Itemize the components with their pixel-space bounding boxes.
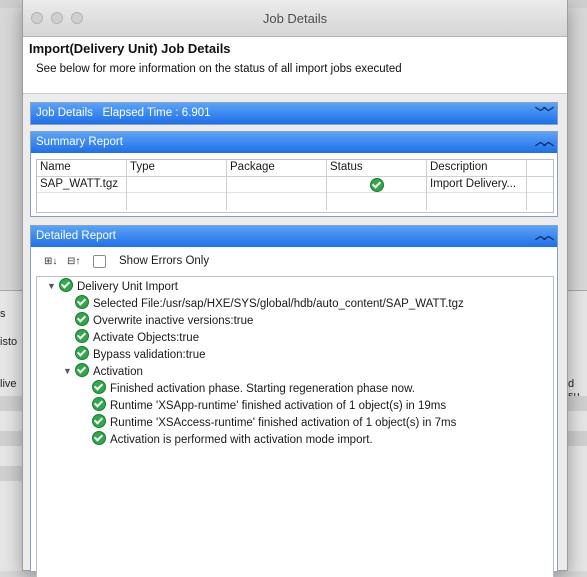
success-icon — [75, 312, 89, 326]
column-header-name[interactable]: Name — [40, 161, 71, 175]
success-icon — [92, 414, 106, 428]
status-success-icon — [370, 178, 384, 192]
tree-node-label: Selected File:/usr/sap/HXE/SYS/global/hd… — [93, 298, 464, 310]
tree-node-label: Delivery Unit Import — [77, 281, 178, 293]
tree-node[interactable]: Activation — [75, 363, 143, 379]
background-fragment: live — [0, 378, 17, 390]
tree-node-label: Bypass validation:true — [93, 349, 206, 361]
background-fragment: isto — [0, 336, 18, 348]
tree-expand-arrow-icon[interactable]: ▼ — [63, 366, 72, 376]
background-fragment: s — [0, 308, 6, 320]
tree-node[interactable]: Runtime 'XSApp-runtime' finished activat… — [92, 397, 446, 413]
tree-node[interactable]: Bypass validation:true — [75, 346, 206, 362]
tree-node[interactable]: Runtime 'XSAccess-runtime' finished acti… — [92, 414, 456, 430]
summary-report-bar[interactable]: Summary Report ︿︿ — [31, 132, 557, 153]
collapse-chevron-icon[interactable]: ︿︿ — [535, 226, 554, 247]
tree-node[interactable]: Overwrite inactive versions:true — [75, 312, 253, 328]
summary-table: Name Type Package Status Description SAP… — [36, 159, 554, 213]
title-bar[interactable]: Job Details — [23, 0, 567, 37]
collapse-chevron-icon[interactable]: ︿︿ — [535, 132, 554, 153]
page-title: Import(Delivery Unit) Job Details — [29, 41, 231, 56]
tree-node[interactable]: Selected File:/usr/sap/HXE/SYS/global/hd… — [75, 295, 464, 311]
success-icon — [75, 329, 89, 343]
detailed-report-section: Detailed Report ︿︿ ⊞↓ ⊟↑ Show Errors Onl… — [30, 225, 558, 577]
tree-node-label: Runtime 'XSAccess-runtime' finished acti… — [110, 417, 457, 429]
background-row — [566, 431, 587, 446]
tree-node-label: Finished activation phase. Starting rege… — [110, 383, 415, 395]
show-errors-label: Show Errors Only — [119, 255, 210, 267]
success-icon — [75, 295, 89, 309]
dialog-header: Import(Delivery Unit) Job Details See be… — [23, 37, 567, 94]
detailed-tree: ▼ Delivery Unit Import Selected File:/us… — [36, 276, 554, 577]
job-details-dialog: Job Details Import(Delivery Unit) Job De… — [22, 0, 568, 577]
tree-node-label: Activation is performed with activation … — [110, 434, 373, 446]
elapsed-time: Elapsed Time : 6.901 — [102, 107, 211, 119]
summary-report-label: Summary Report — [36, 136, 123, 148]
tree-node-label: Activate Objects:true — [93, 332, 200, 344]
tree-node-label: Overwrite inactive versions:true — [93, 315, 254, 327]
summary-cell-description[interactable]: Import Delivery... — [430, 178, 516, 190]
detailed-report-bar[interactable]: Detailed Report ︿︿ — [31, 226, 557, 247]
tree-expand-arrow-icon[interactable]: ▼ — [47, 281, 56, 291]
tree-node-label: Activation — [93, 366, 143, 378]
success-icon — [92, 380, 106, 394]
success-icon — [92, 431, 106, 445]
summary-report-section: Summary Report ︿︿ Name Type Package Stat… — [30, 131, 558, 217]
summary-cell-name[interactable]: SAP_WATT.tgz — [40, 178, 118, 190]
detailed-report-label: Detailed Report — [36, 230, 116, 242]
column-header-package[interactable]: Package — [230, 161, 275, 175]
job-details-label: Job Details — [36, 107, 93, 119]
success-icon — [59, 278, 73, 292]
column-header-description[interactable]: Description — [430, 161, 488, 175]
show-errors-checkbox[interactable] — [93, 255, 106, 268]
success-icon — [75, 346, 89, 360]
tree-node-label: Runtime 'XSApp-runtime' finished activat… — [110, 400, 447, 412]
tree-node[interactable]: Activate Objects:true — [75, 329, 199, 345]
expand-chevron-icon[interactable]: ﹀﹀ — [535, 103, 554, 124]
tree-node[interactable]: Finished activation phase. Starting rege… — [92, 380, 415, 396]
background-right-panel: d su — [566, 290, 587, 571]
tree-node[interactable]: Activation is performed with activation … — [92, 431, 373, 447]
page-subtitle: See below for more information on the st… — [36, 63, 402, 75]
job-details-section: Job Details Elapsed Time : 6.901 ﹀﹀ — [30, 102, 558, 125]
tree-node[interactable]: Delivery Unit Import — [59, 278, 178, 294]
column-header-type[interactable]: Type — [130, 161, 155, 175]
window-title: Job Details — [262, 11, 328, 26]
collapse-all-icon[interactable]: ⊟↑ — [67, 256, 80, 267]
column-header-status[interactable]: Status — [330, 161, 363, 175]
expand-all-icon[interactable]: ⊞↓ — [44, 256, 57, 267]
success-icon — [75, 363, 89, 377]
background-row — [566, 396, 587, 411]
detailed-toolbar: ⊞↓ ⊟↑ Show Errors Only — [31, 248, 557, 276]
job-details-bar[interactable]: Job Details Elapsed Time : 6.901 ﹀﹀ — [31, 103, 557, 124]
success-icon — [92, 397, 106, 411]
